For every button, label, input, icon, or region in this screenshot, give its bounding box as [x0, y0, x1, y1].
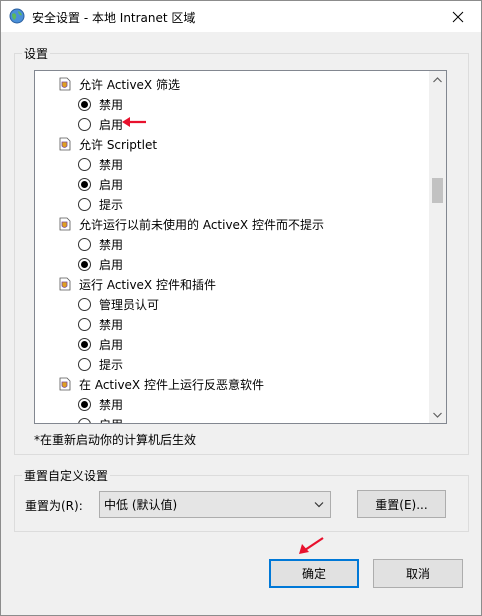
setting-label: 禁用: [99, 237, 124, 252]
setting-option[interactable]: 提示: [78, 354, 123, 374]
window-title: 安全设置 - 本地 Intranet 区域: [32, 11, 196, 25]
annotation-arrow-icon: [122, 117, 146, 127]
setting-header: 允许运行以前未使用的 ActiveX 控件而不提示: [59, 214, 324, 234]
security-page-icon: [59, 277, 71, 291]
scroll-up-arrow[interactable]: [429, 71, 446, 88]
setting-label: 禁用: [99, 97, 124, 112]
security-page-icon: [59, 77, 71, 91]
radio-button[interactable]: [78, 297, 91, 311]
setting-label: 提示: [99, 357, 124, 372]
ok-button[interactable]: 确定: [269, 559, 359, 588]
setting-option[interactable]: 启用: [78, 174, 123, 194]
restart-note: *在重新启动你的计算机后生效: [34, 433, 197, 447]
setting-label: 禁用: [99, 157, 124, 172]
setting-header: 允许 Scriptlet: [59, 134, 157, 154]
setting-label: 禁用: [99, 397, 124, 412]
setting-header: 在 ActiveX 控件上运行反恶意软件: [59, 374, 264, 394]
security-page-icon: [59, 217, 71, 231]
radio-button[interactable]: [78, 317, 91, 331]
setting-header: 允许 ActiveX 筛选: [59, 74, 180, 94]
setting-option[interactable]: 启用: [78, 114, 123, 134]
setting-option[interactable]: 禁用: [78, 234, 123, 254]
security-settings-dialog: 安全设置 - 本地 Intranet 区域 设置 允许 ActiveX 筛选禁用…: [0, 0, 482, 616]
setting-label: 启用: [99, 416, 123, 424]
setting-option[interactable]: 启用: [78, 254, 123, 274]
setting-label: 管理员认可: [99, 297, 160, 312]
annotation-arrow-icon: [299, 537, 324, 554]
globe-icon: [9, 8, 25, 24]
reset-to-label: 重置为(R):: [25, 499, 83, 513]
setting-label: 提示: [99, 197, 124, 212]
setting-option[interactable]: 禁用: [78, 94, 123, 114]
chevron-down-icon: [433, 412, 442, 418]
radio-button[interactable]: [78, 417, 91, 423]
setting-label: 允许 ActiveX 筛选: [79, 77, 180, 92]
chevron-down-icon: [314, 502, 324, 508]
radio-button[interactable]: [78, 237, 91, 251]
close-button[interactable]: [435, 1, 481, 32]
setting-option[interactable]: 禁用: [78, 314, 123, 334]
setting-label: 在 ActiveX 控件上运行反恶意软件: [79, 377, 264, 392]
setting-option[interactable]: 禁用: [78, 394, 123, 414]
settings-list[interactable]: 允许 ActiveX 筛选 禁用 启用 允许 Scriptlet 禁用 启用 提示 允许运行以…: [34, 70, 447, 424]
radio-button[interactable]: [78, 397, 91, 411]
setting-label: 运行 ActiveX 控件和插件: [79, 277, 216, 292]
setting-option[interactable]: 提示: [78, 194, 123, 214]
security-page-icon: [59, 137, 71, 151]
setting-option[interactable]: 管理员认可: [78, 294, 159, 314]
radio-button[interactable]: [78, 157, 91, 171]
setting-label: 启用: [99, 337, 124, 352]
radio-button[interactable]: [78, 117, 91, 131]
setting-option[interactable]: 禁用: [78, 154, 123, 174]
cancel-button[interactable]: 取消: [373, 559, 463, 588]
vertical-scrollbar[interactable]: [429, 71, 446, 423]
setting-label: 启用: [99, 257, 124, 272]
reset-level-select[interactable]: 中低 (默认值): [99, 491, 331, 518]
radio-button[interactable]: [78, 337, 91, 351]
setting-option[interactable]: 启用: [78, 334, 123, 354]
setting-label: 禁用: [99, 317, 124, 332]
radio-button[interactable]: [78, 97, 91, 111]
chevron-up-icon: [433, 76, 442, 82]
radio-button[interactable]: [78, 177, 91, 191]
radio-button[interactable]: [78, 257, 91, 271]
scroll-down-arrow[interactable]: [429, 406, 446, 423]
scroll-thumb[interactable]: [432, 178, 443, 203]
reset-button[interactable]: 重置(E)...: [357, 490, 446, 518]
setting-label: 启用: [99, 177, 124, 192]
setting-header: 运行 ActiveX 控件和插件: [59, 274, 216, 294]
title-bar: 安全设置 - 本地 Intranet 区域: [1, 1, 481, 32]
settings-list-content: 允许 ActiveX 筛选 禁用 启用 允许 Scriptlet 禁用 启用 提示 允许运行以…: [35, 71, 429, 423]
radio-button[interactable]: [78, 197, 91, 211]
settings-group-label: 设置: [22, 45, 51, 62]
radio-button[interactable]: [78, 357, 91, 371]
security-page-icon: [59, 377, 71, 391]
setting-option[interactable]: 启用: [78, 414, 123, 423]
close-icon: [452, 11, 464, 22]
setting-label: 允许运行以前未使用的 ActiveX 控件而不提示: [79, 217, 324, 232]
reset-group-label: 重置自定义设置: [22, 467, 111, 484]
setting-label: 允许 Scriptlet: [79, 137, 158, 152]
setting-label: 启用: [99, 117, 124, 132]
reset-level-value: 中低 (默认值): [104, 498, 178, 512]
